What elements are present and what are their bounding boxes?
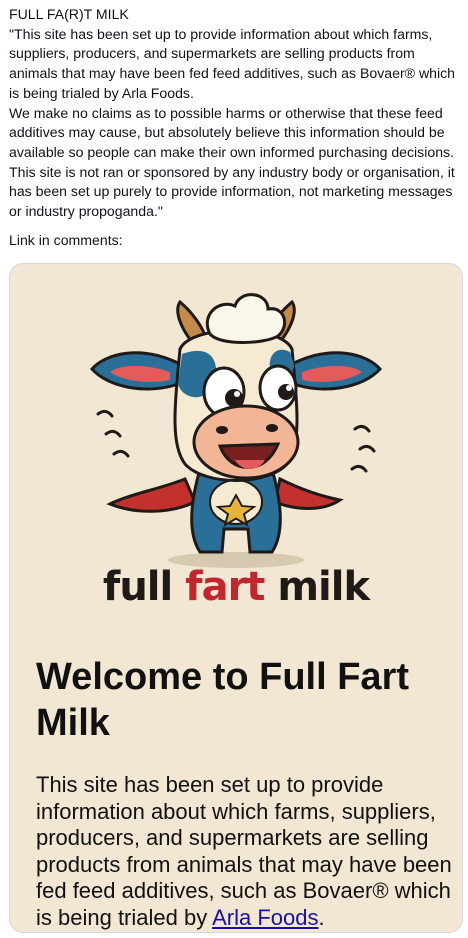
card-title: Welcome to Full Fart Milk (36, 656, 410, 744)
post-paragraph-1: "This site has been set up to provide in… (9, 25, 459, 101)
logo-word-fart: fart (185, 564, 265, 610)
card-body: This site has been set up to provide inf… (36, 772, 460, 931)
logo-word-milk: milk (277, 564, 370, 610)
card-body-end: . (318, 904, 325, 930)
site-logo-wordmark: full fart milk (10, 564, 462, 610)
post-heading: FULL FA(R)T MILK (9, 6, 129, 22)
post-paragraph-2: We make no claims as to possible harms o… (9, 104, 459, 220)
post: FULL FA(R)T MILK "This site has been set… (0, 0, 468, 250)
link-preview-card[interactable]: full fart milk Welcome to Full Fart Milk… (9, 263, 463, 933)
arla-foods-link[interactable]: Arla Foods (212, 905, 318, 930)
post-link-note: Link in comments: (9, 231, 123, 248)
logo-word-full: full (102, 564, 173, 610)
cow-mascot-illustration (89, 293, 383, 568)
